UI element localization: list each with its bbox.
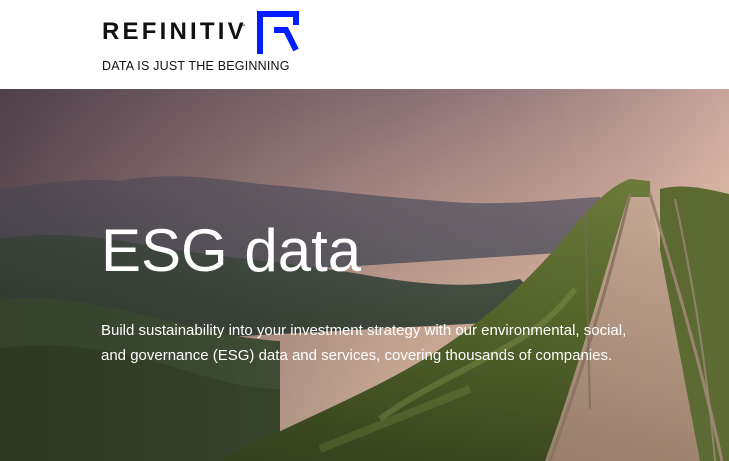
- hero-description-line-1: Build sustainability into your investmen…: [101, 322, 627, 339]
- brand-tagline: DATA IS JUST THE BEGINNING: [102, 59, 290, 73]
- trademark-symbol: ™: [239, 24, 245, 30]
- hero-description-line-2: and governance (ESG) data and services, …: [101, 347, 613, 364]
- hero-description: Build sustainability into your investmen…: [101, 318, 691, 368]
- site-header: REFINITIV ™ DATA IS JUST THE BEGINNING: [0, 0, 729, 89]
- page-title: ESG data: [101, 217, 362, 284]
- refinitiv-r-logo-icon: [257, 11, 299, 54]
- hero-banner: ESG data Build sustainability into your …: [0, 89, 729, 461]
- refinitiv-logo-link[interactable]: REFINITIV ™ DATA IS JUST THE BEGINNING: [100, 10, 305, 80]
- brand-wordmark: REFINITIV: [102, 18, 247, 45]
